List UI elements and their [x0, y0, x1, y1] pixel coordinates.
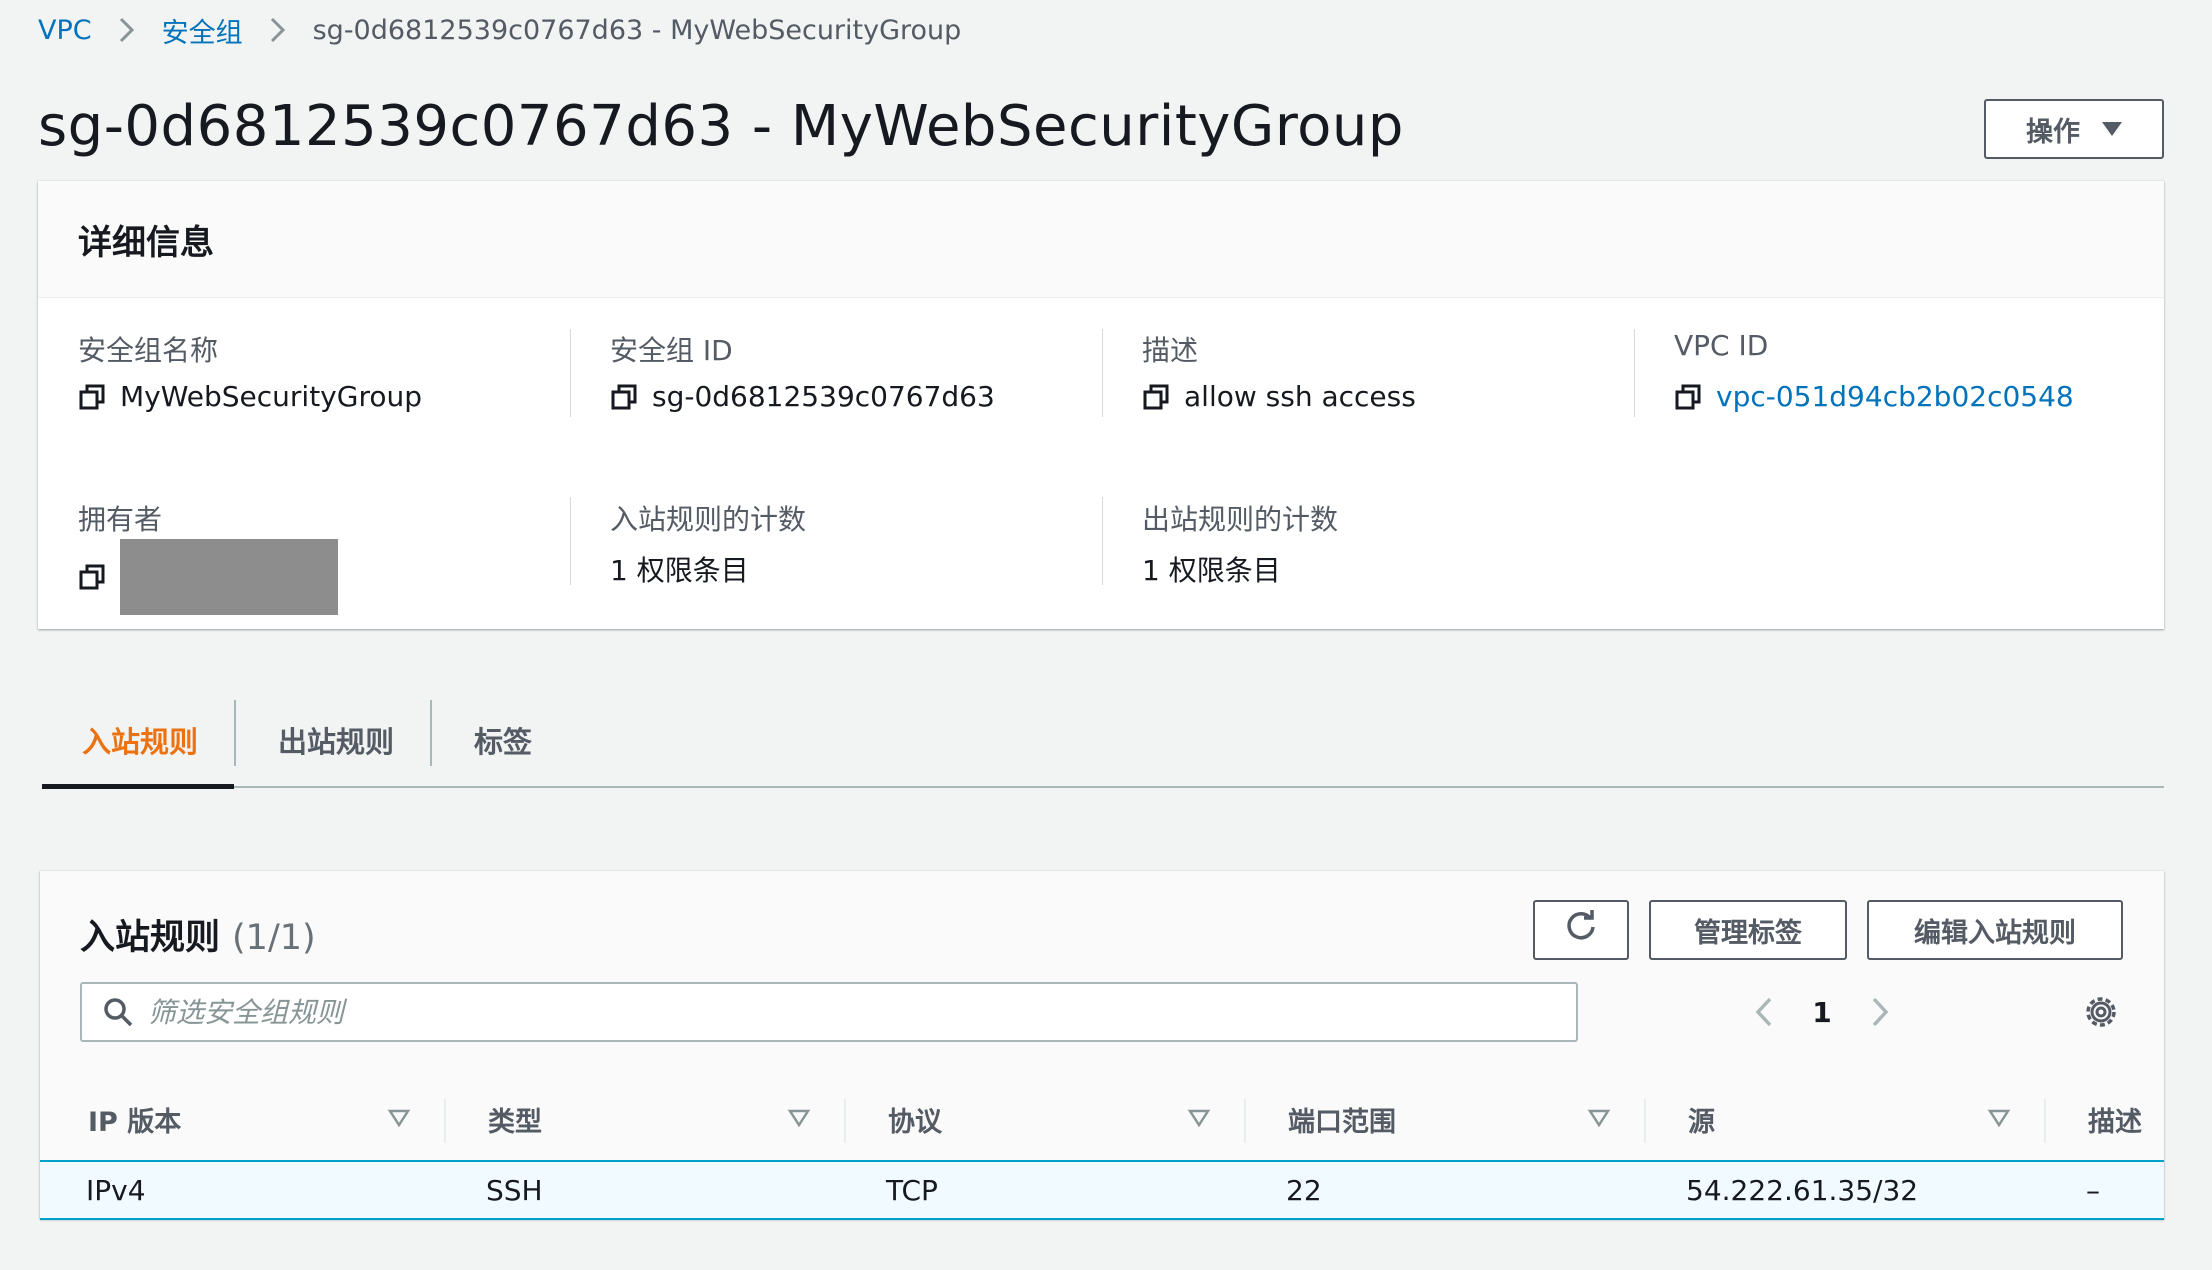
field-label-inbound-count: 入站规则的计数: [610, 503, 807, 536]
column-divider[interactable]: [1644, 1099, 1646, 1143]
cell-ip-version: IPv4: [86, 1173, 146, 1207]
tab-bar: 入站规则 出站规则 标签: [42, 692, 2164, 789]
sg-id-text: sg-0d6812539c0767d63: [652, 380, 995, 413]
field-label-sg-name: 安全组名称: [78, 334, 219, 367]
column-divider[interactable]: [844, 1099, 846, 1143]
edit-inbound-rules-button[interactable]: 编辑入站规则: [1867, 900, 2123, 960]
tab-tags[interactable]: 标签: [474, 692, 532, 788]
chevron-right-icon: [267, 15, 289, 45]
pager-current-page[interactable]: 1: [1802, 982, 1842, 1042]
field-value-vpc-id: vpc-051d94cb2b02c0548: [1674, 380, 2074, 413]
breadcrumb: VPC 安全组 sg-0d6812539c0767d63 - MyWebSecu…: [38, 10, 961, 50]
chevron-right-icon: [116, 15, 138, 45]
table-header: IP 版本 类型 协议 端口范围 源 描述: [44, 1089, 2164, 1149]
column-header-ip-version[interactable]: IP 版本: [88, 1089, 181, 1149]
pager-next[interactable]: [1862, 982, 1898, 1042]
cell-protocol: TCP: [886, 1173, 938, 1207]
tab-inbound-rules[interactable]: 入站规则: [82, 692, 198, 788]
copy-icon[interactable]: [78, 383, 106, 411]
tab-divider: [430, 700, 432, 766]
cell-type: SSH: [486, 1173, 543, 1207]
sg-name-text: MyWebSecurityGroup: [120, 380, 422, 413]
field-label-vpc-id: VPC ID: [1674, 329, 1769, 362]
field-value-sg-name: MyWebSecurityGroup: [78, 380, 422, 413]
field-value-outbound-count: 1 权限条目: [1142, 554, 1281, 587]
column-header-port-range[interactable]: 端口范围: [1288, 1089, 1396, 1149]
column-divider: [570, 497, 571, 585]
chevron-right-icon: [1872, 997, 1889, 1027]
rules-count: (1/1): [232, 918, 316, 958]
field-value-description: allow ssh access: [1142, 380, 1416, 413]
field-value-inbound-count: 1 权限条目: [610, 554, 749, 587]
refresh-button[interactable]: [1533, 900, 1629, 960]
manage-tags-button[interactable]: 管理标签: [1649, 900, 1847, 960]
column-divider[interactable]: [1244, 1099, 1246, 1143]
pager-prev[interactable]: [1746, 982, 1782, 1042]
sort-triangle-icon[interactable]: [786, 1105, 812, 1131]
sort-triangle-icon[interactable]: [1586, 1105, 1612, 1131]
vpc-id-link[interactable]: vpc-051d94cb2b02c0548: [1716, 380, 2074, 413]
owner-redacted: [120, 539, 338, 615]
tab-outbound-rules[interactable]: 出站规则: [278, 692, 394, 788]
inbound-rules-panel: 入站规则 (1/1) 管理标签 编辑入站规则 1 IP 版本 类型 协议 端口范…: [40, 871, 2164, 1220]
copy-icon[interactable]: [1142, 383, 1170, 411]
page-title: sg-0d6812539c0767d63 - MyWebSecurityGrou…: [38, 94, 1404, 159]
sort-triangle-icon[interactable]: [1986, 1105, 2012, 1131]
description-text: allow ssh access: [1184, 380, 1416, 413]
caret-down-icon: [2102, 122, 2122, 136]
copy-icon[interactable]: [1674, 383, 1702, 411]
gear-icon: [2086, 997, 2116, 1027]
column-divider: [1102, 497, 1103, 585]
column-divider: [1102, 329, 1103, 417]
tab-divider: [234, 700, 236, 766]
sort-triangle-icon[interactable]: [386, 1105, 412, 1131]
filter-box: [80, 982, 1578, 1042]
field-value-sg-id: sg-0d6812539c0767d63: [610, 380, 995, 413]
field-label-owner: 拥有者: [78, 503, 163, 536]
column-header-description[interactable]: 描述: [2088, 1089, 2142, 1149]
column-divider: [570, 329, 571, 417]
preferences-button[interactable]: [2082, 993, 2120, 1031]
actions-button-label: 操作: [2026, 116, 2080, 147]
cell-port-range: 22: [1286, 1173, 1322, 1207]
column-divider[interactable]: [444, 1099, 446, 1143]
sort-triangle-icon[interactable]: [1186, 1105, 1212, 1131]
breadcrumb-current: sg-0d6812539c0767d63 - MyWebSecurityGrou…: [312, 14, 962, 46]
copy-icon[interactable]: [610, 383, 638, 411]
table-row[interactable]: IPv4 SSH TCP 22 54.222.61.35/32 –: [40, 1160, 2164, 1220]
field-label-description: 描述: [1142, 334, 1199, 367]
field-value-owner: [78, 539, 338, 615]
column-header-type[interactable]: 类型: [488, 1089, 542, 1149]
details-title: 详细信息: [78, 222, 214, 263]
cell-description: –: [2086, 1173, 2100, 1207]
field-label-sg-id: 安全组 ID: [610, 334, 733, 367]
breadcrumb-security-groups[interactable]: 安全组: [162, 11, 243, 50]
chevron-left-icon: [1755, 997, 1772, 1027]
details-panel: 详细信息 安全组名称 MyWebSecurityGroup 安全组 ID sg-…: [38, 181, 2164, 629]
field-label-outbound-count: 出站规则的计数: [1142, 503, 1339, 536]
breadcrumb-vpc[interactable]: VPC: [38, 15, 92, 46]
column-header-source[interactable]: 源: [1688, 1089, 1715, 1149]
rules-title: 入站规则 (1/1): [80, 909, 316, 960]
column-header-protocol[interactable]: 协议: [888, 1089, 942, 1149]
column-divider[interactable]: [2044, 1099, 2046, 1143]
search-icon: [104, 998, 133, 1027]
actions-button[interactable]: 操作: [1984, 99, 2164, 159]
rules-title-text: 入站规则: [80, 918, 221, 958]
details-header: 详细信息: [38, 181, 2164, 298]
column-divider: [1634, 329, 1635, 417]
refresh-icon: [1563, 909, 1599, 952]
copy-icon[interactable]: [78, 563, 106, 591]
filter-rules-input[interactable]: [148, 995, 1548, 1029]
active-tab-indicator: [42, 784, 234, 789]
cell-source: 54.222.61.35/32: [1686, 1173, 1919, 1207]
